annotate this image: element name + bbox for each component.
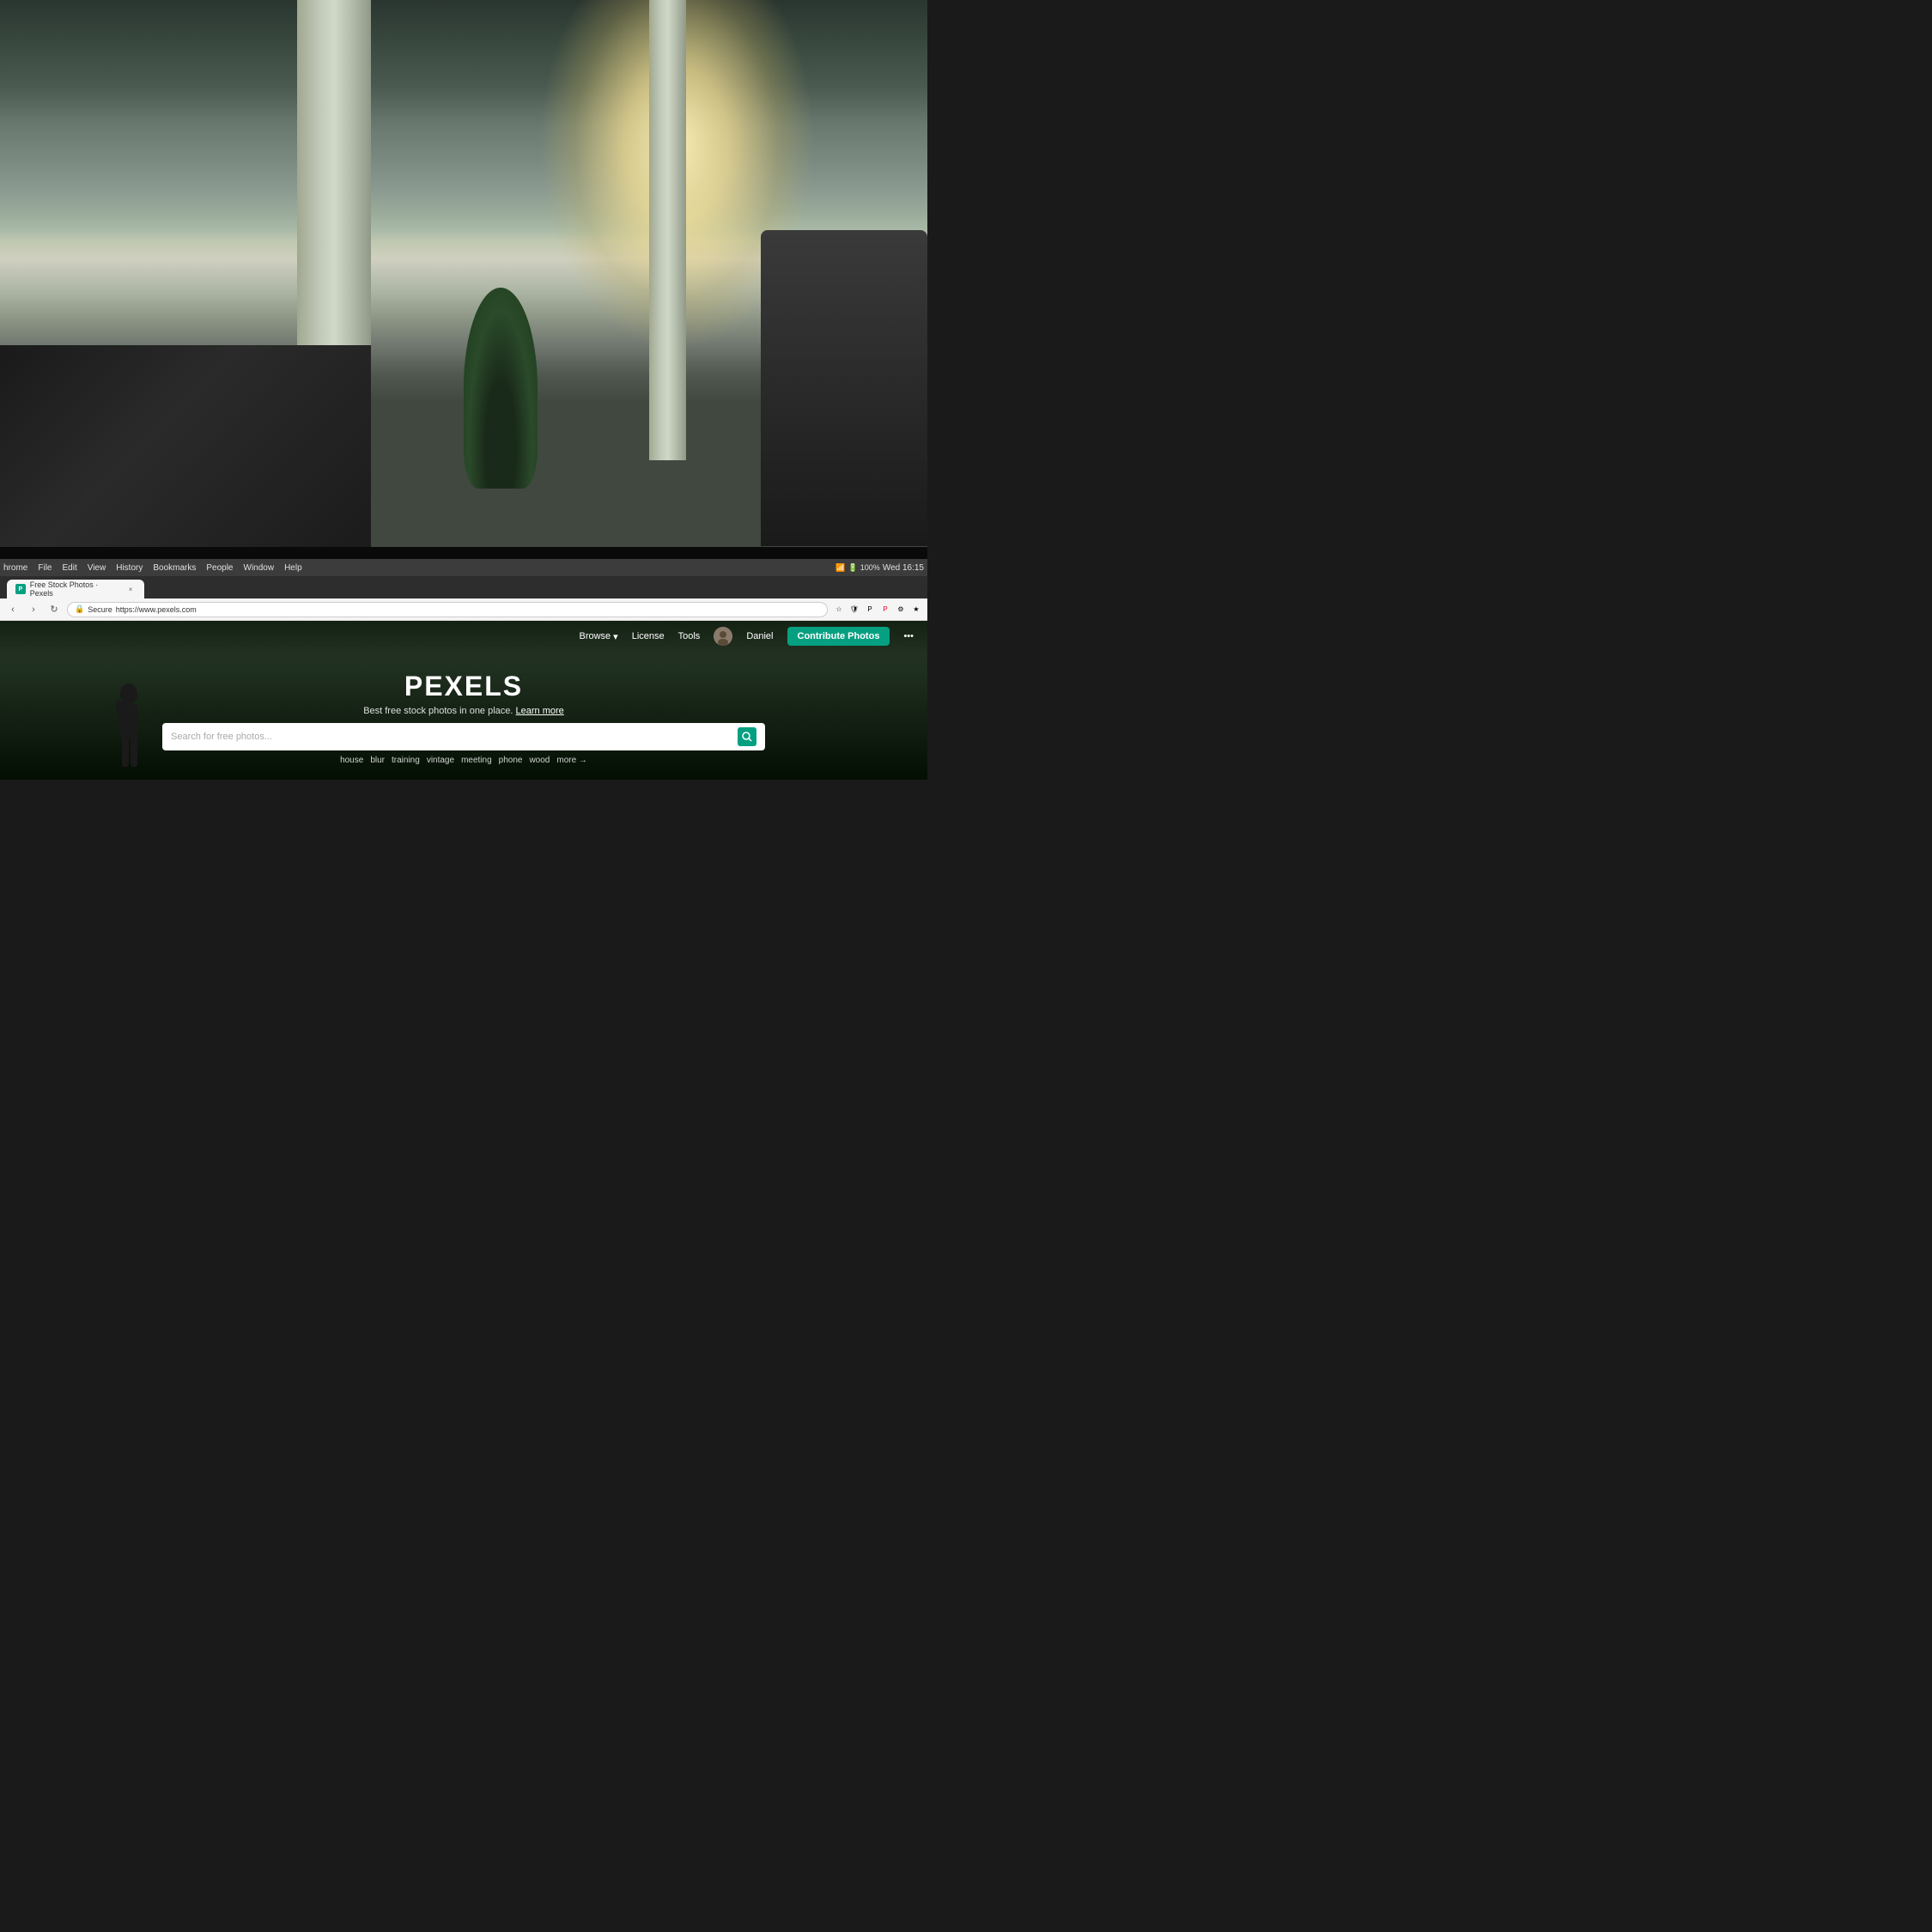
menu-item-bookmarks[interactable]: Bookmarks — [153, 563, 196, 573]
suggestion-house[interactable]: house — [340, 756, 363, 765]
pinterest-icon[interactable]: P — [879, 604, 891, 616]
secure-label: Secure — [88, 605, 112, 614]
secure-icon: 🔒 — [75, 605, 84, 614]
menu-item-people[interactable]: People — [206, 563, 233, 573]
menu-item-chrome[interactable]: hrome — [3, 563, 27, 573]
user-name-label: Daniel — [746, 631, 773, 641]
suggestion-training[interactable]: training — [392, 756, 420, 765]
shield-icon: 🛡 — [848, 604, 860, 616]
pexels-site-title: PEXELS — [404, 671, 523, 702]
tab-close-button[interactable]: × — [125, 584, 136, 594]
header-nav-links: Browse ▾ License Tools Daniel Contribute… — [579, 627, 914, 646]
background-photo — [0, 0, 927, 575]
extension-icon-1[interactable]: ⚙ — [895, 604, 907, 616]
address-field[interactable]: 🔒 Secure https://www.pexels.com — [67, 602, 828, 617]
suggestions-more-link[interactable]: more → — [556, 756, 587, 765]
browse-dropdown-icon: ▾ — [613, 631, 618, 642]
menu-item-help[interactable]: Help — [284, 563, 302, 573]
wifi-icon: 📶 — [835, 563, 845, 573]
contribute-photos-button[interactable]: Contribute Photos — [787, 627, 890, 646]
star-icon[interactable]: ☆ — [833, 604, 845, 616]
plant-area — [464, 288, 538, 489]
suggestion-blur[interactable]: blur — [370, 756, 385, 765]
search-bar-container: Search for free photos... house blur tra… — [162, 723, 765, 765]
more-options-icon[interactable]: ••• — [903, 631, 914, 641]
pocket-icon[interactable]: P — [864, 604, 876, 616]
browse-nav-link[interactable]: Browse ▾ — [579, 631, 617, 642]
search-submit-button[interactable] — [738, 727, 756, 746]
menu-item-history[interactable]: History — [116, 563, 143, 573]
menu-item-window[interactable]: Window — [244, 563, 275, 573]
browser-tab-active[interactable]: P Free Stock Photos · Pexels × — [7, 580, 144, 598]
nav-back-button[interactable]: ‹ — [5, 602, 21, 617]
pillar-right — [649, 0, 686, 460]
suggestion-phone[interactable]: phone — [499, 756, 523, 765]
menu-item-view[interactable]: View — [88, 563, 106, 573]
extension-icon-2[interactable]: ★ — [910, 604, 922, 616]
desk-area — [0, 345, 371, 575]
nav-forward-button[interactable]: › — [26, 602, 41, 617]
search-bar[interactable]: Search for free photos... — [162, 723, 765, 750]
suggestion-vintage[interactable]: vintage — [427, 756, 454, 765]
system-icons-bar: 📶 🔋 100% Wed 16:15 — [835, 563, 924, 573]
menu-item-edit[interactable]: Edit — [62, 563, 76, 573]
person-silhouette — [112, 677, 163, 780]
clock-display: Wed 16:15 — [883, 563, 924, 573]
battery-percent: 100% — [860, 563, 880, 572]
laptop-screen: hrome File Edit View History Bookmarks P… — [0, 556, 927, 927]
browser-tab-bar: P Free Stock Photos · Pexels × — [0, 576, 927, 598]
pexels-subtitle: Best free stock photos in one place. Lea… — [363, 706, 564, 716]
pexels-navbar: Browse ▾ License Tools Daniel Contribute… — [0, 621, 927, 652]
search-input-placeholder: Search for free photos... — [171, 732, 731, 742]
suggestion-meeting[interactable]: meeting — [461, 756, 492, 765]
tab-title: Free Stock Photos · Pexels — [30, 580, 122, 598]
browser-menu-bar: hrome File Edit View History Bookmarks P… — [0, 559, 927, 576]
address-bar-row: ‹ › ↻ 🔒 Secure https://www.pexels.com ☆ … — [0, 598, 927, 621]
suggestion-wood[interactable]: wood — [529, 756, 550, 765]
bookmark-icons: ☆ 🛡 P P ⚙ ★ — [833, 604, 922, 616]
user-avatar[interactable] — [714, 627, 732, 646]
battery-icon: 🔋 — [848, 563, 858, 573]
search-suggestions: house blur training vintage meeting phon… — [162, 756, 765, 765]
learn-more-link[interactable]: Learn more — [516, 706, 564, 716]
url-text: https://www.pexels.com — [116, 605, 197, 614]
menu-bar-left: hrome File Edit View History Bookmarks P… — [3, 563, 302, 573]
nav-refresh-button[interactable]: ↻ — [46, 602, 62, 617]
subtitle-text: Best free stock photos in one place. — [363, 706, 513, 716]
menu-item-file[interactable]: File — [38, 563, 52, 573]
browser-chrome: hrome File Edit View History Bookmarks P… — [0, 559, 927, 621]
license-nav-link[interactable]: License — [632, 631, 665, 641]
tab-favicon: P — [15, 584, 26, 594]
pexels-website: Browse ▾ License Tools Daniel Contribute… — [0, 621, 927, 780]
tools-nav-link[interactable]: Tools — [678, 631, 701, 641]
browse-label: Browse — [579, 631, 611, 641]
pexels-hero-section: Browse ▾ License Tools Daniel Contribute… — [0, 621, 927, 780]
chair-area — [761, 230, 927, 546]
